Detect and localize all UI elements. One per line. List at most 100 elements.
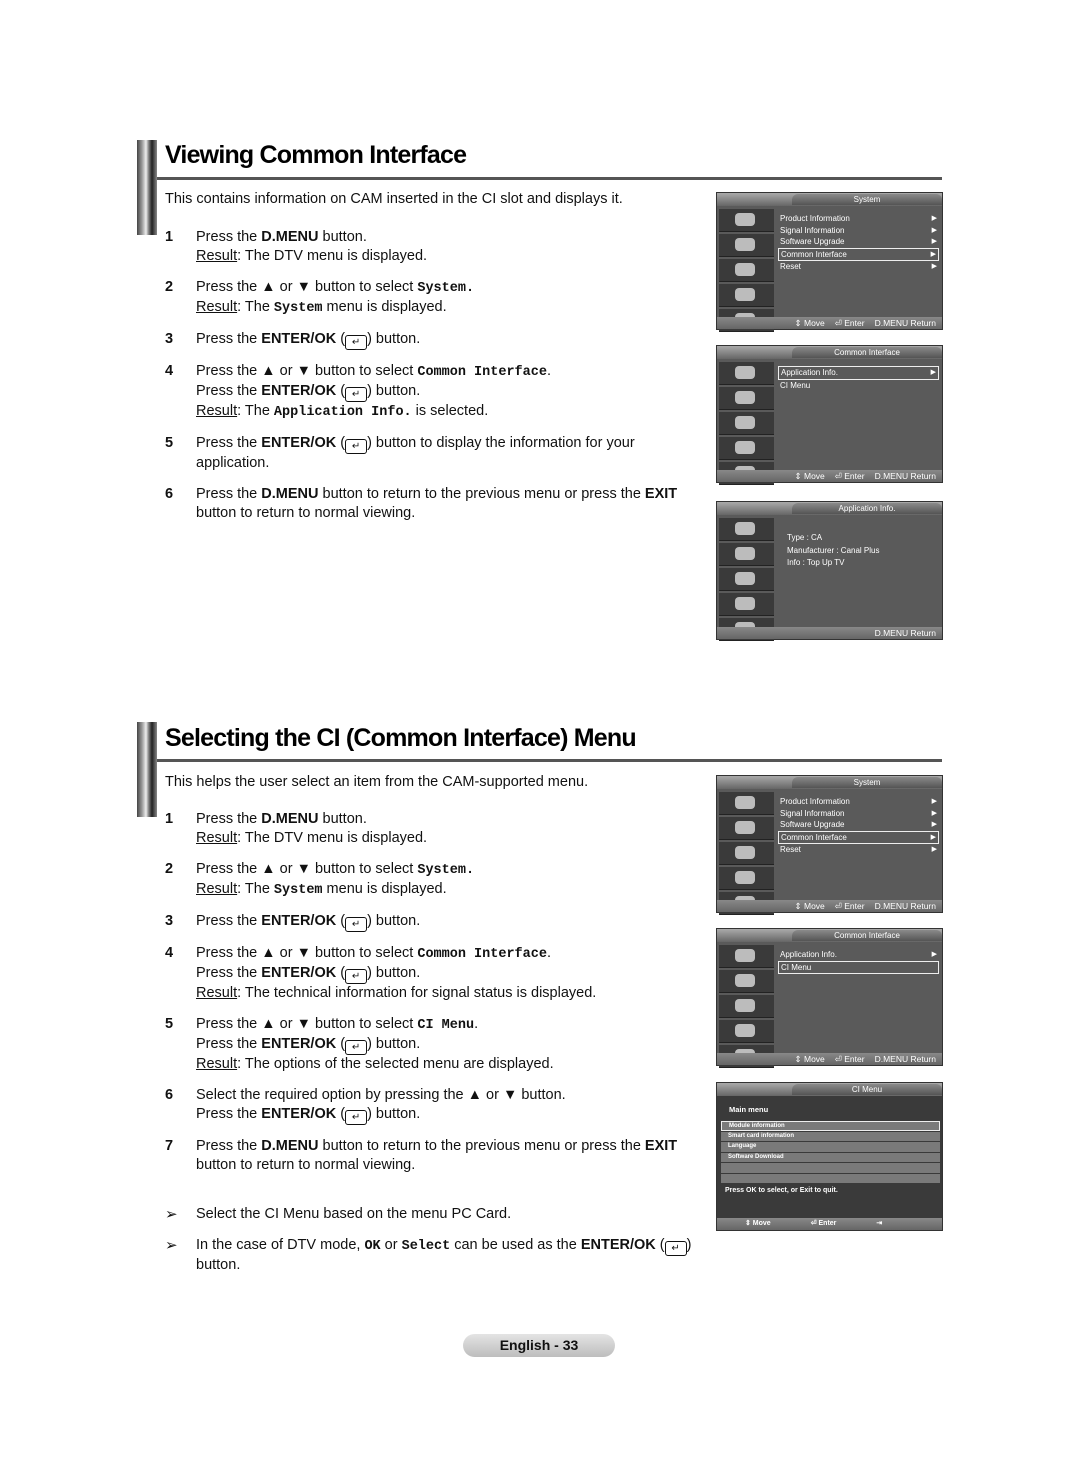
chevron-right-icon: ▶ — [930, 250, 936, 258]
text: In the case of DTV mode, — [196, 1237, 365, 1253]
step-line: button to return to normal viewing. — [196, 504, 695, 523]
step-line: Result: The System menu is displayed. — [196, 880, 695, 900]
setup-icon — [719, 593, 774, 616]
screen-title: System — [792, 194, 942, 205]
text: Press the ▲ or ▼ button to select — [196, 279, 418, 295]
step-number: 3 — [165, 331, 174, 347]
step-item: 2 Press the ▲ or ▼ button to select Syste… — [165, 278, 695, 318]
sound-icon — [719, 970, 774, 993]
sound-icon — [719, 234, 774, 257]
text: or — [380, 1237, 402, 1253]
channel-icon — [719, 995, 774, 1018]
text: Press the — [196, 331, 262, 347]
button-name: D.MENU — [261, 1138, 319, 1154]
screen-footer: ⇕ Move ⏎ Enter D.MENU Return — [717, 317, 942, 329]
footer-hint: ⇕ Move — [794, 471, 825, 481]
step-item: 2 Press the ▲ or ▼ button to select Syste… — [165, 860, 695, 900]
step-line: Result: The options of the selected menu… — [196, 1055, 695, 1074]
text: ( — [655, 1237, 665, 1253]
info-line: Manufacturer : Canal Plus — [787, 545, 880, 555]
tv-screen-menu: Common Interface Application Info. ▶ CI Men… — [716, 345, 943, 485]
text: : The options of the selected menu are d… — [237, 1056, 554, 1072]
text: button to return to the previous menu or… — [318, 1138, 645, 1154]
chevron-right-icon: ▶ — [931, 821, 937, 828]
footer-hint: ⏎ Enter — [834, 471, 865, 481]
footer-hint: ⏎ Enter — [810, 1220, 837, 1227]
button-name: ENTER/OK — [261, 1036, 337, 1052]
menu-item: Software Upgrade ▶ — [780, 820, 937, 829]
chevron-right-icon: ▶ — [930, 833, 936, 841]
button-name: ENTER/OK — [261, 383, 337, 399]
screen-header: Application Info. — [717, 502, 942, 515]
chevron-right-icon: ▶ — [931, 238, 937, 245]
step-line: Press the ▲ or ▼ button to select System… — [196, 278, 695, 298]
ci-option: Software Download — [721, 1152, 940, 1162]
text: ) button. — [367, 383, 421, 399]
step-number: 7 — [165, 1138, 174, 1154]
page-number: English - 33 — [463, 1334, 615, 1357]
step-line: Press the ▲ or ▼ button to select System… — [196, 860, 695, 880]
chevron-right-icon: ▶ — [930, 369, 936, 376]
text: Select the CI Menu based on the menu PC … — [196, 1206, 512, 1222]
menu-name: Select — [401, 1239, 451, 1254]
text: menu is displayed. — [322, 881, 447, 897]
step-line: button to return to normal viewing. — [196, 1156, 695, 1175]
button-name: ENTER/OK — [580, 1237, 656, 1253]
menu-item: Product Information ▶ — [780, 797, 937, 806]
sound-icon — [719, 387, 774, 410]
divider — [157, 759, 942, 762]
text: ( — [336, 1106, 346, 1122]
text: button to return to the previous menu or… — [318, 486, 645, 502]
menu-item: Signal Information ▶ — [780, 808, 937, 818]
text: . — [546, 945, 551, 961]
footer-hint: ⏎ Enter — [834, 318, 865, 328]
result-label: Result — [196, 881, 238, 897]
chevron-right-icon: ▶ — [931, 846, 937, 853]
enter-icon: ↵ — [345, 969, 368, 984]
text: . — [474, 1016, 479, 1032]
text: button. — [318, 229, 367, 245]
menu-icon-column — [719, 792, 774, 917]
step-line: application. — [196, 454, 695, 473]
step-list: 1 Press the D.MENU button. Result: The DTV… — [165, 228, 695, 535]
step-line: In the case of DTV mode, OK or Select ca… — [196, 1236, 695, 1256]
screen-footer: ⇕ Move ⏎ Enter D.MENU Return — [717, 470, 942, 482]
step-line: Press the ENTER/OK (↵) button. — [196, 912, 695, 932]
tv-screen-menu: Common Interface Application Info. ▶ CI Men… — [716, 928, 943, 1068]
ci-main-label: Main menu — [729, 1105, 769, 1114]
info-line: Type : CA — [787, 533, 823, 542]
picture-icon — [719, 209, 774, 232]
result-label: Result — [196, 830, 238, 846]
step-line: Result: The technical information for si… — [196, 984, 695, 1003]
menu-item: Product Information ▶ — [780, 214, 937, 223]
menu-name: CI Menu — [417, 1018, 475, 1033]
manual-page: Viewing Common Interface This contains i… — [0, 0, 1080, 1474]
menu-item: Reset ▶ — [780, 262, 937, 271]
text: ( — [336, 1036, 346, 1052]
channel-icon — [719, 259, 774, 282]
screen-footer: ⇕ Move ⏎ Enter D.MENU Return — [717, 900, 942, 912]
step-line: Result: The System menu is displayed. — [196, 298, 695, 318]
text: ( — [336, 383, 346, 399]
step-line: Press the ENTER/OK (↵) button. — [196, 382, 695, 402]
chevron-right-icon: ▶ — [931, 798, 937, 805]
note-item: ➢ Select the CI Menu based on the menu PC… — [165, 1205, 695, 1224]
button-name: ENTER/OK — [261, 965, 337, 981]
text: ( — [336, 331, 346, 347]
step-item: 1 Press the D.MENU button. Result: The DTV… — [165, 810, 695, 848]
text: button. — [318, 811, 367, 827]
setup-icon — [719, 284, 774, 307]
info-list: Type : CA Manufacturer : Canal Plus Info :… — [787, 532, 880, 570]
screen-title: Common Interface — [792, 347, 942, 358]
menu-name: OK — [364, 1239, 381, 1254]
text: Press the — [196, 965, 262, 981]
tv-screen-info: Application Info. Type : CA Manufacturer :… — [716, 501, 943, 641]
menu-name: Common Interface — [417, 947, 547, 962]
step-line: Select the CI Menu based on the menu PC … — [196, 1205, 695, 1224]
button-name: EXIT — [644, 1138, 678, 1154]
step-number: 4 — [165, 945, 174, 961]
ci-option: Module information — [721, 1121, 940, 1131]
enter-icon: ↵ — [345, 387, 368, 402]
text: ) button. — [367, 331, 421, 347]
step-item: 7 Press the D.MENU button to return to th… — [165, 1137, 695, 1175]
